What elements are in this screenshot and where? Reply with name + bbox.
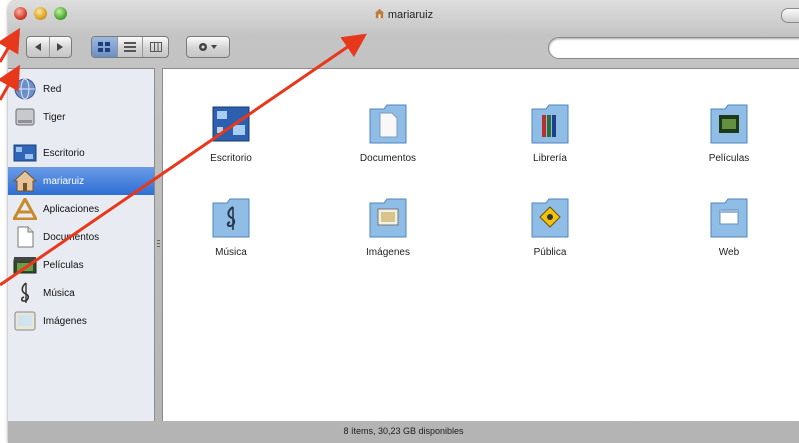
applications-icon: [12, 198, 38, 220]
search-input[interactable]: [548, 37, 799, 59]
movies-folder-icon: [710, 104, 748, 144]
back-forward-buttons: [26, 36, 72, 58]
icon-view-button[interactable]: [92, 37, 118, 57]
folder-label: Música: [215, 247, 247, 258]
sidebar-item-label: Películas: [43, 259, 84, 271]
sidebar-item-escritorio[interactable]: Escritorio: [8, 139, 154, 167]
toolbar-toggle-button[interactable]: [781, 8, 799, 23]
folder-item-musica[interactable]: Música: [176, 195, 286, 258]
column-view-button[interactable]: [143, 37, 168, 57]
action-menu-button[interactable]: [186, 36, 230, 58]
documents-icon: [12, 226, 38, 248]
sidebar-item-imagenes[interactable]: Imágenes: [8, 307, 154, 335]
column-view-icon: [149, 42, 162, 52]
list-view-icon: [124, 42, 136, 52]
sidebar-item-musica[interactable]: Música: [8, 279, 154, 307]
pictures-icon: [12, 310, 38, 332]
sidebar-item-tiger[interactable]: Tiger: [8, 103, 154, 131]
documents-folder-icon: [369, 104, 407, 144]
home-icon: [374, 8, 384, 19]
home-icon: [12, 170, 38, 192]
sidebar-item-mariaruiz[interactable]: mariaruiz: [8, 167, 154, 195]
sidebar-item-aplicaciones[interactable]: Aplicaciones: [8, 195, 154, 223]
forward-button[interactable]: [50, 37, 72, 57]
sidebar-item-documentos[interactable]: Documentos: [8, 223, 154, 251]
folder-label: Librería: [533, 153, 567, 164]
sidebar-item-label: Música: [43, 287, 75, 299]
music-folder-icon: [212, 198, 250, 238]
sidebar-item-label: Aplicaciones: [43, 203, 100, 215]
list-view-button[interactable]: [118, 37, 144, 57]
sidebar-item-label: Documentos: [43, 231, 100, 243]
sidebar-item-label: mariaruiz: [43, 175, 85, 187]
sidebar-item-label: Tiger: [43, 111, 66, 123]
window-title: mariaruiz: [8, 8, 799, 21]
folder-item-web[interactable]: Web: [674, 195, 784, 258]
sidebar-item-label: Escritorio: [43, 147, 85, 159]
movies-icon: [12, 254, 38, 276]
desktop-folder-icon: [212, 106, 250, 142]
folder-label: Documentos: [359, 153, 417, 164]
gear-icon: [199, 43, 217, 51]
pictures-folder-icon: [369, 198, 407, 238]
folder-label: Imágenes: [366, 247, 410, 258]
icon-view-area: Escritorio Documentos Librería Películas: [162, 68, 799, 421]
status-bar: 8 ítems, 30,23 GB disponibles: [343, 426, 464, 436]
back-arrow-icon: [34, 43, 41, 51]
hard-disk-icon: [12, 106, 38, 128]
split-view-handle[interactable]: [154, 236, 162, 250]
sidebar-item-peliculas[interactable]: Películas: [8, 251, 154, 279]
folder-item-peliculas[interactable]: Películas: [674, 101, 784, 164]
music-icon: [12, 282, 38, 304]
window-title-text: mariaruiz: [387, 9, 434, 21]
back-button[interactable]: [27, 37, 50, 57]
action-menu-content: [187, 37, 229, 57]
icon-view-icon: [98, 42, 111, 52]
public-folder-icon: [531, 198, 569, 238]
sidebar-item-label: Imágenes: [43, 315, 87, 327]
folder-item-imagenes[interactable]: Imágenes: [333, 195, 443, 258]
sidebar: Red Tiger Escritorio mariaruiz Aplicacio…: [8, 68, 155, 421]
finder-window: mariaruiz Red Tiger Escritorio mariaruiz…: [8, 0, 799, 443]
folder-label: Películas: [708, 153, 750, 164]
folder-item-documentos[interactable]: Documentos: [333, 101, 443, 164]
sidebar-item-label: Red: [43, 83, 62, 95]
sidebar-item-red[interactable]: Red: [8, 75, 154, 103]
folder-label: Escritorio: [210, 153, 252, 164]
folder-label: Web: [718, 247, 740, 258]
desktop-icon: [12, 142, 38, 164]
title-bar[interactable]: mariaruiz: [8, 0, 799, 30]
folder-item-publica[interactable]: Pública: [495, 195, 605, 258]
toolbar: [8, 30, 799, 66]
folder-label: Pública: [533, 247, 567, 258]
web-folder-icon: [710, 198, 748, 238]
folder-item-escritorio[interactable]: Escritorio: [176, 101, 286, 164]
view-mode-buttons: [91, 36, 169, 58]
forward-arrow-icon: [57, 43, 64, 51]
folder-item-libreria[interactable]: Librería: [495, 101, 605, 164]
network-globe-icon: [12, 78, 38, 100]
library-folder-icon: [531, 104, 569, 144]
